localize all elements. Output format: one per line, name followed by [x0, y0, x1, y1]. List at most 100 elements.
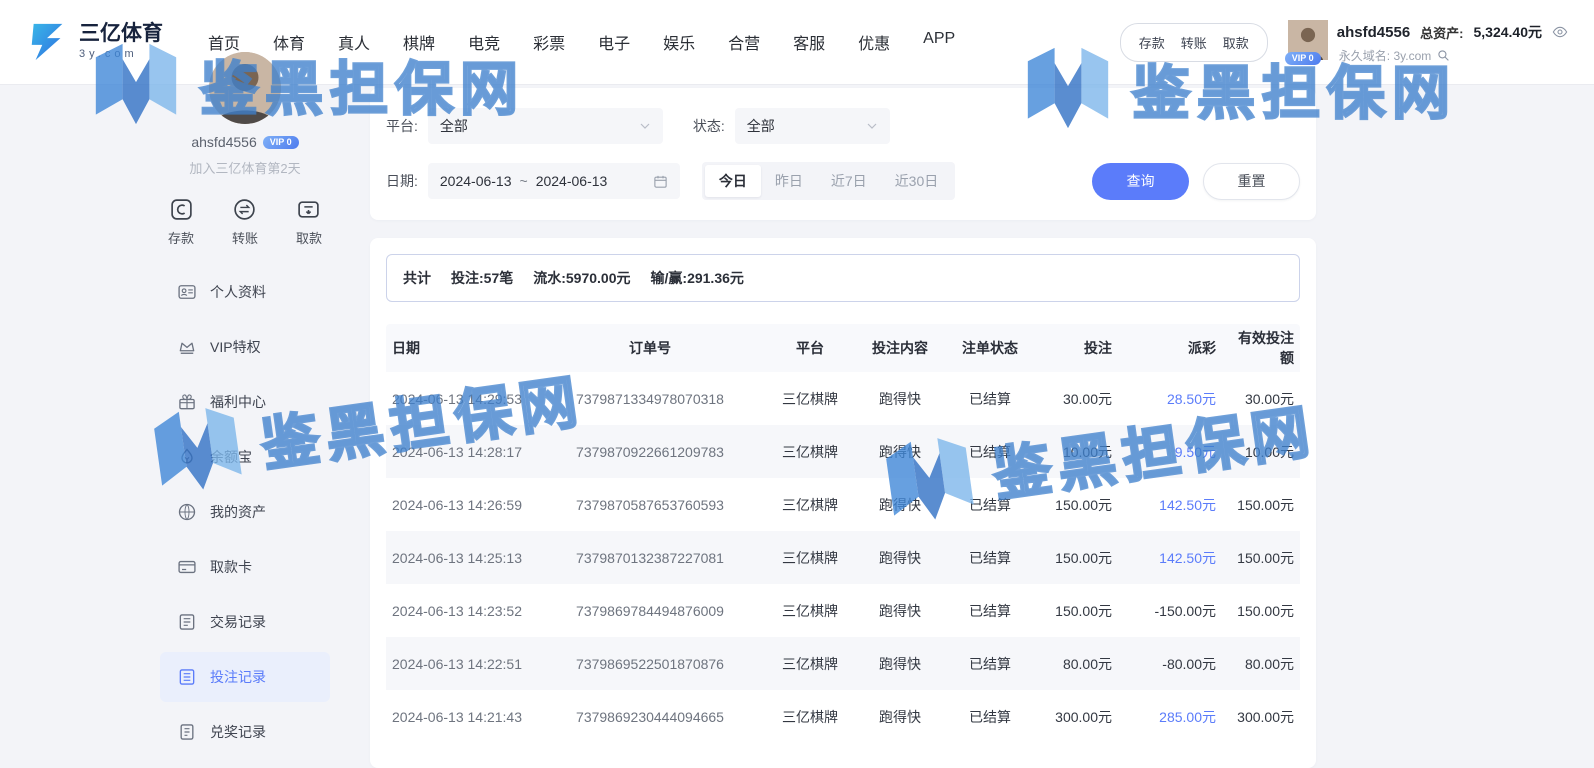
chevron-down-icon — [866, 120, 878, 132]
table-row[interactable]: 2024-06-13 14:26:597379870587653760593三亿… — [386, 478, 1300, 531]
date-range-input[interactable]: 2024-06-13 ~ 2024-06-13 — [428, 163, 680, 199]
cell-date: 2024-06-13 14:25:13 — [386, 550, 536, 566]
nav-item-card-games[interactable]: 棋牌 — [403, 30, 435, 54]
nav-item-live-casino[interactable]: 真人 — [338, 30, 370, 54]
cell-order: 7379871334978070318 — [536, 391, 764, 407]
sidebar-item-label: 我的资产 — [210, 502, 266, 522]
quick-action-deposit[interactable]: 存款 — [168, 197, 194, 247]
sidebar-item-welfare-center[interactable]: 福利中心 — [160, 377, 330, 427]
main-nav: 首页 体育 真人 棋牌 电竞 彩票 电子 娱乐 合营 客服 优惠 APP — [208, 30, 955, 54]
assets-icon — [177, 502, 197, 522]
column-header: 订单号 — [536, 338, 764, 358]
platform-select-value: 全部 — [440, 116, 468, 136]
card-icon — [177, 557, 197, 577]
cell-date: 2024-06-13 14:22:51 — [386, 656, 536, 672]
cell-platform: 三亿棋牌 — [764, 548, 856, 568]
cell-valid: 300.00元 — [1222, 707, 1300, 727]
nav-item-slots[interactable]: 电子 — [598, 30, 630, 54]
cell-valid: 30.00元 — [1222, 389, 1300, 409]
nav-item-lottery[interactable]: 彩票 — [533, 30, 565, 54]
transactions-icon — [177, 612, 197, 632]
cell-status: 已结算 — [944, 654, 1036, 674]
nav-item-app[interactable]: APP — [923, 30, 955, 54]
brand-name: 三亿体育 — [79, 23, 163, 45]
assets-value: 5,324.40元 — [1474, 22, 1543, 42]
range-last-30-days[interactable]: 近30日 — [881, 165, 953, 197]
sidebar-item-yuebao[interactable]: 余额宝 — [160, 432, 330, 482]
table-header: 日期订单号平台投注内容注单状态投注派彩有效投注额 — [386, 324, 1300, 372]
join-days-text: 加入三亿体育第2天 — [160, 158, 330, 177]
column-header: 派彩 — [1118, 338, 1222, 358]
nav-item-entertainment[interactable]: 娱乐 — [663, 30, 695, 54]
vip-badge: VIP 0 — [1285, 52, 1321, 65]
summary-segment: 输/赢:291.36元 — [651, 268, 744, 288]
table-row[interactable]: 2024-06-13 14:22:517379869522501870876三亿… — [386, 637, 1300, 690]
platform-select[interactable]: 全部 — [428, 108, 663, 144]
sidebar-item-redeem-records[interactable]: 兑奖记录 — [160, 707, 330, 757]
nav-item-home[interactable]: 首页 — [208, 30, 240, 54]
cell-valid: 150.00元 — [1222, 601, 1300, 621]
table-row[interactable]: 2024-06-13 14:29:537379871334978070318三亿… — [386, 372, 1300, 425]
table-row[interactable]: 2024-06-13 14:28:177379870922661209783三亿… — [386, 425, 1300, 478]
wallet-withdraw-button[interactable]: 取款 — [1223, 33, 1249, 52]
cell-status: 已结算 — [944, 548, 1036, 568]
wallet-pill: 存款转账取款 — [1120, 23, 1268, 62]
summary-segment: 共计 — [403, 268, 431, 288]
sidebar-username: ahsfd4556 — [191, 134, 256, 150]
summary-segment: 投注:57笔 — [451, 268, 513, 288]
table-row[interactable]: 2024-06-13 14:25:137379870132387227081三亿… — [386, 531, 1300, 584]
nav-item-partnership[interactable]: 合营 — [728, 30, 760, 54]
eye-icon[interactable] — [1552, 24, 1568, 40]
search-icon[interactable] — [1437, 49, 1450, 62]
user-avatar[interactable] — [209, 52, 281, 124]
quick-action-withdraw[interactable]: 取款 — [296, 197, 322, 247]
cell-content: 跑得快 — [856, 654, 944, 674]
reset-button[interactable]: 重置 — [1203, 163, 1300, 200]
cell-date: 2024-06-13 14:28:17 — [386, 444, 536, 460]
status-select[interactable]: 全部 — [735, 108, 890, 144]
cell-content: 跑得快 — [856, 707, 944, 727]
cell-status: 已结算 — [944, 601, 1036, 621]
range-last-7-days[interactable]: 近7日 — [817, 165, 881, 197]
vip-icon — [177, 337, 197, 357]
nav-item-promotions[interactable]: 优惠 — [858, 30, 890, 54]
sidebar-item-withdraw-card[interactable]: 取款卡 — [160, 542, 330, 592]
redeem-icon — [177, 722, 197, 742]
cell-platform: 三亿棋牌 — [764, 601, 856, 621]
cell-valid: 80.00元 — [1222, 654, 1300, 674]
wallet-transfer-button[interactable]: 转账 — [1181, 33, 1207, 52]
cell-platform: 三亿棋牌 — [764, 495, 856, 515]
cell-date: 2024-06-13 14:23:52 — [386, 603, 536, 619]
chevron-down-icon — [639, 120, 651, 132]
cell-date: 2024-06-13 14:21:43 — [386, 709, 536, 725]
cell-date: 2024-06-13 14:29:53 — [386, 391, 536, 407]
status-select-value: 全部 — [747, 116, 775, 136]
cell-bet: 300.00元 — [1036, 707, 1118, 727]
table-row[interactable]: 2024-06-13 14:21:437379869230444094665三亿… — [386, 690, 1300, 743]
sidebar-item-transaction-records[interactable]: 交易记录 — [160, 597, 330, 647]
quick-action-transfer[interactable]: 转账 — [232, 197, 258, 247]
wallet-deposit-button[interactable]: 存款 — [1139, 33, 1165, 52]
filter-card: 平台: 全部 状态: 全部 日期: 2024-06-13 ~ 2024-06-1… — [370, 88, 1316, 220]
sidebar-item-my-assets[interactable]: 我的资产 — [160, 487, 330, 537]
bets-icon — [177, 667, 197, 687]
cell-order: 7379869784494876009 — [536, 603, 764, 619]
range-today[interactable]: 今日 — [705, 165, 761, 197]
quick-action-label: 转账 — [232, 228, 258, 247]
cell-content: 跑得快 — [856, 495, 944, 515]
column-header: 投注 — [1036, 338, 1118, 358]
search-button[interactable]: 查询 — [1092, 163, 1189, 200]
table-row[interactable]: 2024-06-13 14:23:527379869784494876009三亿… — [386, 584, 1300, 637]
range-yesterday[interactable]: 昨日 — [761, 165, 817, 197]
date-from: 2024-06-13 — [440, 173, 512, 189]
sidebar-item-profile[interactable]: 个人资料 — [160, 267, 330, 317]
sidebar-item-vip-privileges[interactable]: VIP特权 — [160, 322, 330, 372]
sidebar-item-label: 取款卡 — [210, 557, 252, 577]
column-header: 日期 — [386, 338, 536, 358]
nav-item-sports[interactable]: 体育 — [273, 30, 305, 54]
sidebar-item-bet-records[interactable]: 投注记录 — [160, 652, 330, 702]
nav-item-esports[interactable]: 电竞 — [468, 30, 500, 54]
platform-label: 平台: — [386, 116, 418, 136]
nav-item-support[interactable]: 客服 — [793, 30, 825, 54]
profile-icon — [177, 282, 197, 302]
